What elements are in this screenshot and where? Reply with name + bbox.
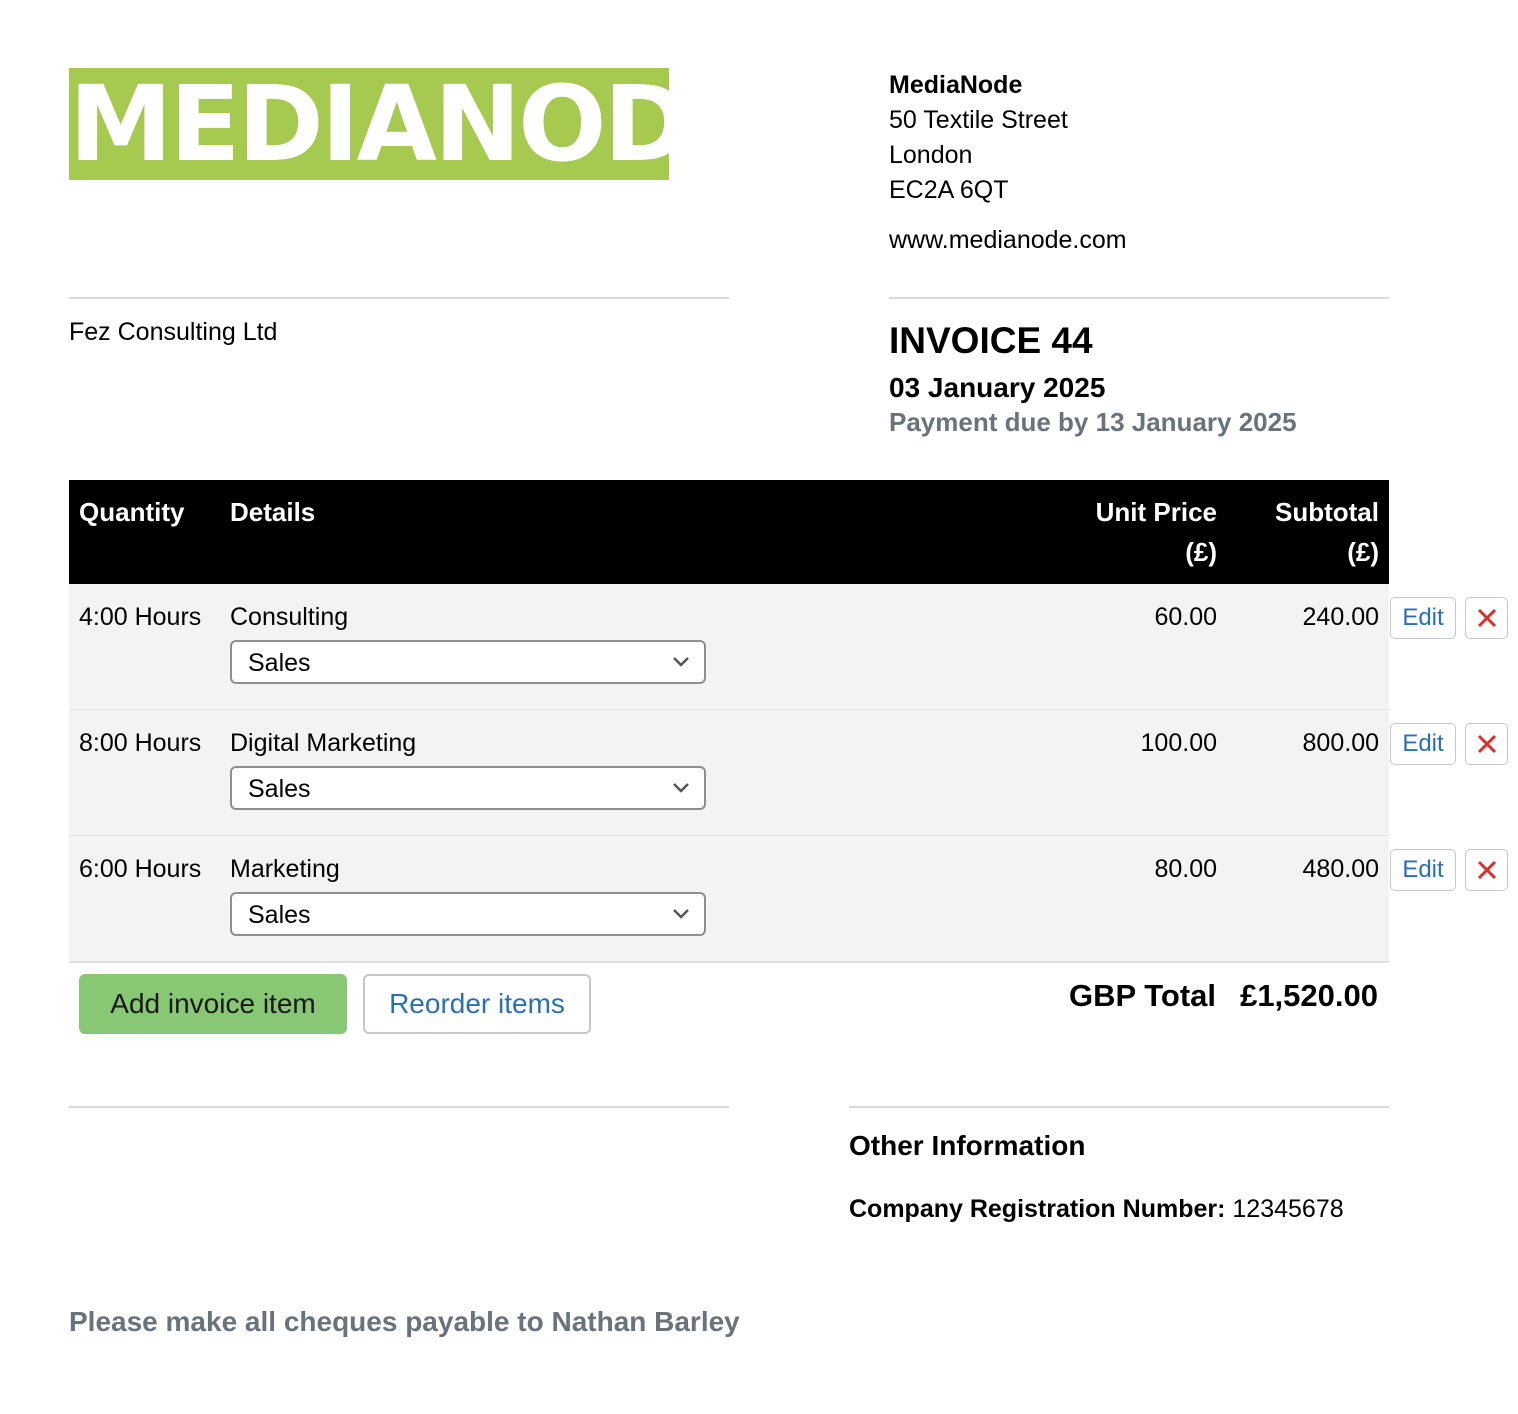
total-value: £1,520.00 [1240,978,1378,1013]
header-unit-price-currency: (£) [1185,537,1217,567]
row-details: Digital Marketing [230,729,417,757]
table-row: 4:00 Hours Consulting Sales 60.00 240.00 [69,584,1389,711]
delete-button[interactable] [1465,723,1508,765]
address-line: London [889,141,973,169]
delete-button[interactable] [1465,597,1508,639]
invoice-date: 03 January 2025 [889,372,1106,403]
edit-button[interactable]: Edit [1390,849,1456,891]
close-icon [1477,860,1497,880]
divider [69,1106,729,1108]
category-select-value: Sales [248,901,311,929]
row-quantity: 8:00 Hours [79,729,202,757]
reorder-items-button[interactable]: Reorder items [363,974,591,1034]
delete-button[interactable] [1465,849,1508,891]
row-subtotal: 480.00 [1302,855,1379,883]
category-select[interactable]: Sales [230,892,706,936]
close-icon [1477,734,1497,754]
divider [69,297,729,299]
edit-button[interactable]: Edit [1390,723,1456,765]
chevron-down-icon [673,657,689,667]
header-unit-price: Unit Price (£) [1096,492,1217,572]
row-unit-price: 100.00 [1140,729,1217,757]
chevron-down-icon [673,909,689,919]
edit-button[interactable]: Edit [1390,597,1456,639]
row-quantity: 4:00 Hours [79,603,202,631]
category-select-value: Sales [248,649,311,677]
logo-text: MEDIANODE [69,63,758,185]
category-select[interactable]: Sales [230,640,706,684]
company-name: MediaNode [889,71,1023,99]
client-name: Fez Consulting Ltd [69,318,278,346]
total-label: GBP Total [1069,978,1216,1013]
divider [889,297,1389,299]
row-quantity: 6:00 Hours [79,855,202,883]
payment-due: Payment due by 13 January 2025 [889,407,1297,437]
close-icon [1477,608,1497,628]
header-subtotal-label: Subtotal [1275,497,1379,527]
row-unit-price: 80.00 [1154,855,1217,883]
row-subtotal: 800.00 [1302,729,1379,757]
company-logo: MEDIANODE [69,63,758,185]
chevron-down-icon [673,783,689,793]
table-row: 8:00 Hours Digital Marketing Sales 100.0… [69,710,1389,837]
address-line: 50 Textile Street [889,106,1068,134]
add-invoice-item-button[interactable]: Add invoice item [79,974,347,1034]
row-details: Marketing [230,855,340,883]
header-unit-price-label: Unit Price [1095,497,1217,527]
registration-number: 12345678 [1232,1195,1344,1223]
table-row: 6:00 Hours Marketing Sales 80.00 480.00 [69,836,1389,963]
category-select[interactable]: Sales [230,766,706,810]
header-quantity: Quantity [79,497,185,527]
company-registration: Company Registration Number: 12345678 [849,1192,1344,1226]
row-unit-price: 60.00 [1154,603,1217,631]
registration-label: Company Registration Number: [849,1195,1226,1223]
divider [849,1106,1389,1108]
cheque-note: Please make all cheques payable to Natha… [69,1306,740,1337]
address-line: EC2A 6QT [889,176,1009,204]
company-website: www.medianode.com [889,226,1127,254]
row-details: Consulting [230,603,349,631]
row-subtotal: 240.00 [1302,603,1379,631]
header-subtotal: Subtotal (£) [1275,492,1379,572]
company-info: MediaNode 50 Textile Street London EC2A … [889,68,1389,258]
invoice-title: INVOICE 44 [889,320,1093,361]
header-details: Details [230,497,316,527]
table-header: Quantity Details Unit Price (£) Subtotal… [69,480,1389,584]
header-subtotal-currency: (£) [1347,537,1379,567]
category-select-value: Sales [248,775,311,803]
other-information-heading: Other Information [849,1130,1086,1161]
